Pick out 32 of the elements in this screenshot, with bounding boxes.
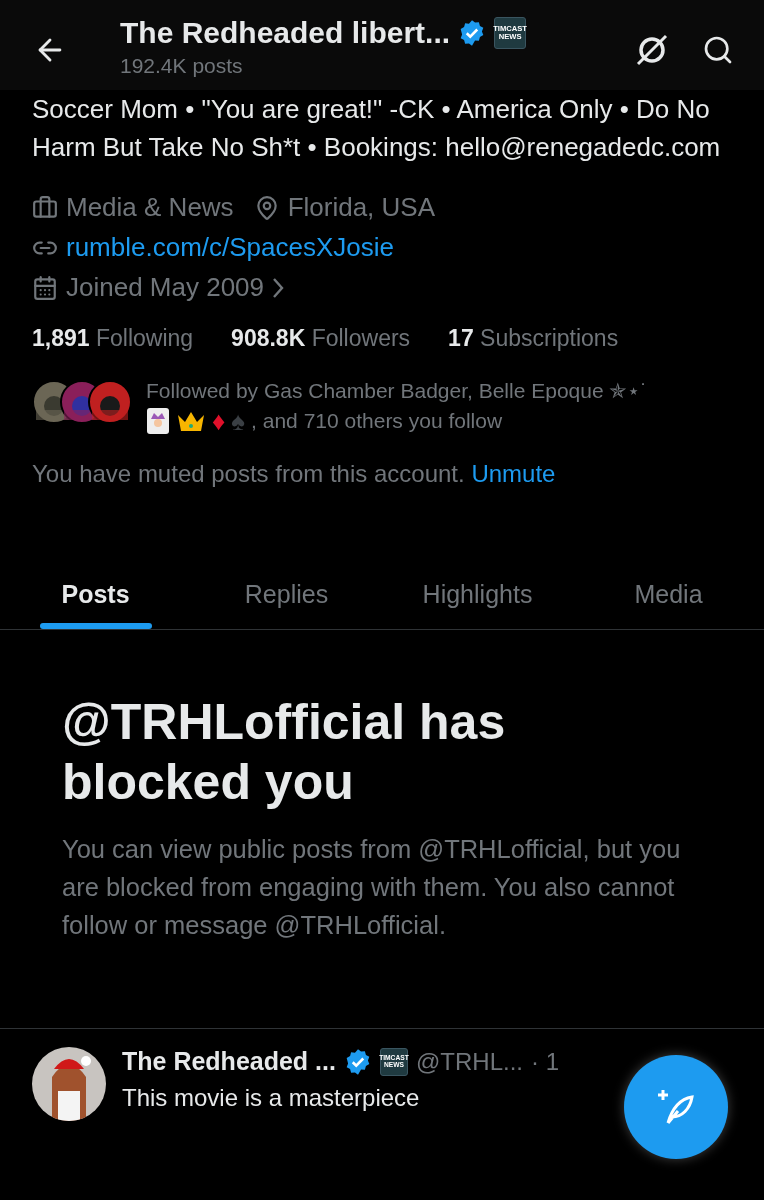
profile-title: The Redheaded libert... xyxy=(120,16,451,50)
post-text: This movie is a masterpiece xyxy=(122,1084,421,1112)
profile-meta: Joined May 2009 xyxy=(32,272,435,303)
profile-meta: Florida, USA xyxy=(253,192,435,223)
post-count: 192.4K posts xyxy=(120,54,244,78)
chevron-icon xyxy=(272,276,285,299)
profile-tab[interactable]: Media xyxy=(573,564,764,629)
followed-by-text[interactable]: , and 710 others you follow xyxy=(251,406,503,436)
blocked-title: @TRHLofficial has blocked you xyxy=(62,693,507,812)
profile-tab[interactable]: Posts xyxy=(0,564,191,629)
muted-notice: You have muted posts from this account. Unmute xyxy=(32,460,557,488)
followed-by-text[interactable]: Followed by Gas Chamber Badger, Belle Epoque ✯⋆˙ xyxy=(146,376,648,406)
diamond-suit: ♦ xyxy=(212,406,226,436)
profile-stat[interactable]: 908.8K Followers xyxy=(231,325,411,352)
grok-button[interactable] xyxy=(634,32,670,68)
profile-stat[interactable]: 1,891 Following xyxy=(32,325,194,352)
post-time: · 1 xyxy=(531,1047,559,1076)
unmute-link[interactable]: Unmute xyxy=(471,460,556,487)
profile-meta: Media & News xyxy=(32,192,234,223)
author-name[interactable]: The Redheaded ... xyxy=(122,1047,336,1076)
briefcase-icon xyxy=(32,194,58,221)
author-handle: @TRHL... xyxy=(415,1047,523,1076)
profile-tab[interactable]: Replies xyxy=(191,564,382,629)
compose-button[interactable] xyxy=(624,1055,728,1159)
profile-stat[interactable]: 17 Subscriptions xyxy=(448,325,619,352)
spade-suit: ♠ xyxy=(231,406,246,436)
profile-tab[interactable]: Highlights xyxy=(382,564,573,629)
calendar-icon xyxy=(32,274,58,301)
blocked-message: You can view public posts from @TRHLofficial, but you are blocked from engaging with them. You also cannot follow or message @TRHLofficial. xyxy=(62,834,682,941)
joker-card-icon xyxy=(146,407,170,435)
profile-link[interactable]: rumble.com/c/SpacesXJosie xyxy=(32,232,435,263)
profile-bio: Soccer Mom • "You are great!" -CK • America Only • Do No Harm But Take No Sh*t • Bookings: hello@renegadedc.com xyxy=(32,93,722,164)
